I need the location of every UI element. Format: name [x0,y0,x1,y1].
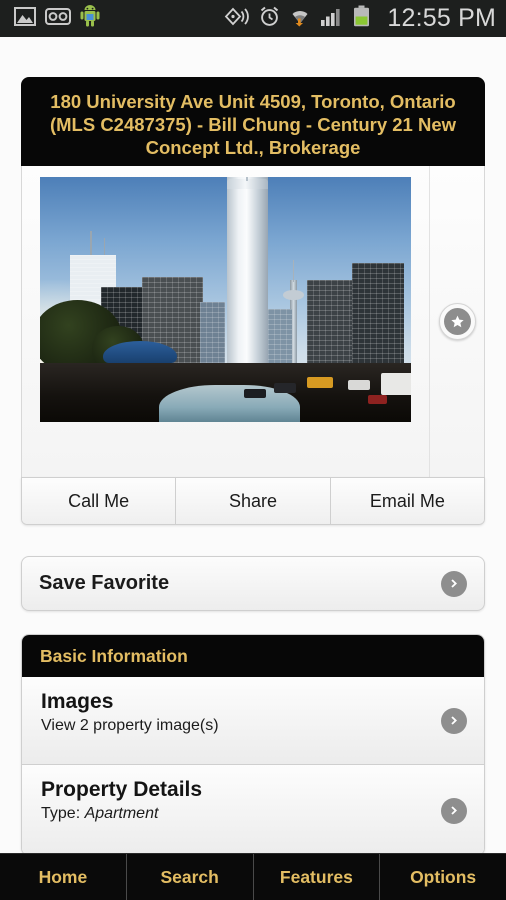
email-me-button[interactable]: Email Me [330,478,484,524]
listing-title-panel: 180 University Ave Unit 4509, Toronto, O… [21,77,485,173]
call-me-button[interactable]: Call Me [22,478,177,524]
list-item-property-details[interactable]: Property Details Type: Apartment [22,765,484,855]
share-button[interactable]: Share [176,478,331,524]
photo-column [22,166,429,477]
vehicle-taxi [307,376,334,388]
alarm-clock-icon [259,6,280,32]
status-bar-system-icons: 12:55 PM [223,4,496,33]
property-photo[interactable] [40,177,411,422]
vehicle-white-truck [381,373,411,396]
property-type-label: Type: [41,805,81,822]
app-root: 12:55 PM 180 University Ave Unit 4509, T… [0,0,506,900]
antenna-left [90,230,92,256]
nav-item-options[interactable]: Options [380,854,506,900]
chevron-right-icon [441,797,467,824]
building-central-tower [227,177,269,364]
save-favorite-button[interactable]: Save Favorite [21,556,485,611]
basic-information-section: Basic Information Images View 2 property… [21,634,485,856]
property-type-value: Apartment [84,805,159,822]
vehicle-dark-b [244,388,267,398]
building-right-tall [351,262,404,364]
favorite-star-button[interactable] [438,303,476,340]
nav-item-search[interactable]: Search [127,854,254,900]
android-robot-icon [80,5,100,32]
cn-tower-antenna [293,260,295,283]
cn-tower-pod [283,289,305,300]
tower-spire [246,177,248,181]
row-subtitle: Type: Apartment [41,804,432,824]
vehicle-white-van [347,380,371,391]
gallery-icon [14,6,36,31]
chevron-right-icon [441,707,467,734]
antenna-left-2 [103,238,106,256]
status-bar: 12:55 PM [0,0,506,37]
nfc-beam-icon [223,6,250,32]
basic-information-header: Basic Information [22,635,484,677]
vehicle-dark-a [273,382,296,393]
battery-icon [353,5,370,32]
list-item-images[interactable]: Images View 2 property image(s) [22,677,484,765]
page-title: 180 University Ave Unit 4509, Toronto, O… [49,91,457,158]
save-favorite-label: Save Favorite [39,572,170,594]
contact-action-bar: Call Me Share Email Me [21,477,485,525]
status-bar-notifications [14,5,100,32]
section-title: Basic Information [40,645,188,666]
nav-item-home[interactable]: Home [0,854,127,900]
wifi-download-icon [289,6,311,32]
row-subtitle: View 2 property image(s) [41,717,219,734]
tower-crown [227,179,269,190]
building-glass-mid [199,301,226,364]
favorite-star-column [429,166,484,477]
vehicle-red [368,395,387,404]
row-title: Property Details [41,778,203,801]
property-photo-card [21,166,485,477]
row-title: Images [41,690,114,713]
bottom-navigation-bar: Home Search Features Options [0,853,506,900]
building-back-glass [268,309,293,364]
star-icon [443,308,471,335]
cellular-signal-icon [320,6,344,32]
status-bar-clock: 12:55 PM [387,4,496,32]
chevron-right-icon [441,570,467,597]
nav-item-features[interactable]: Features [254,854,381,900]
voicemail-icon [45,7,71,30]
